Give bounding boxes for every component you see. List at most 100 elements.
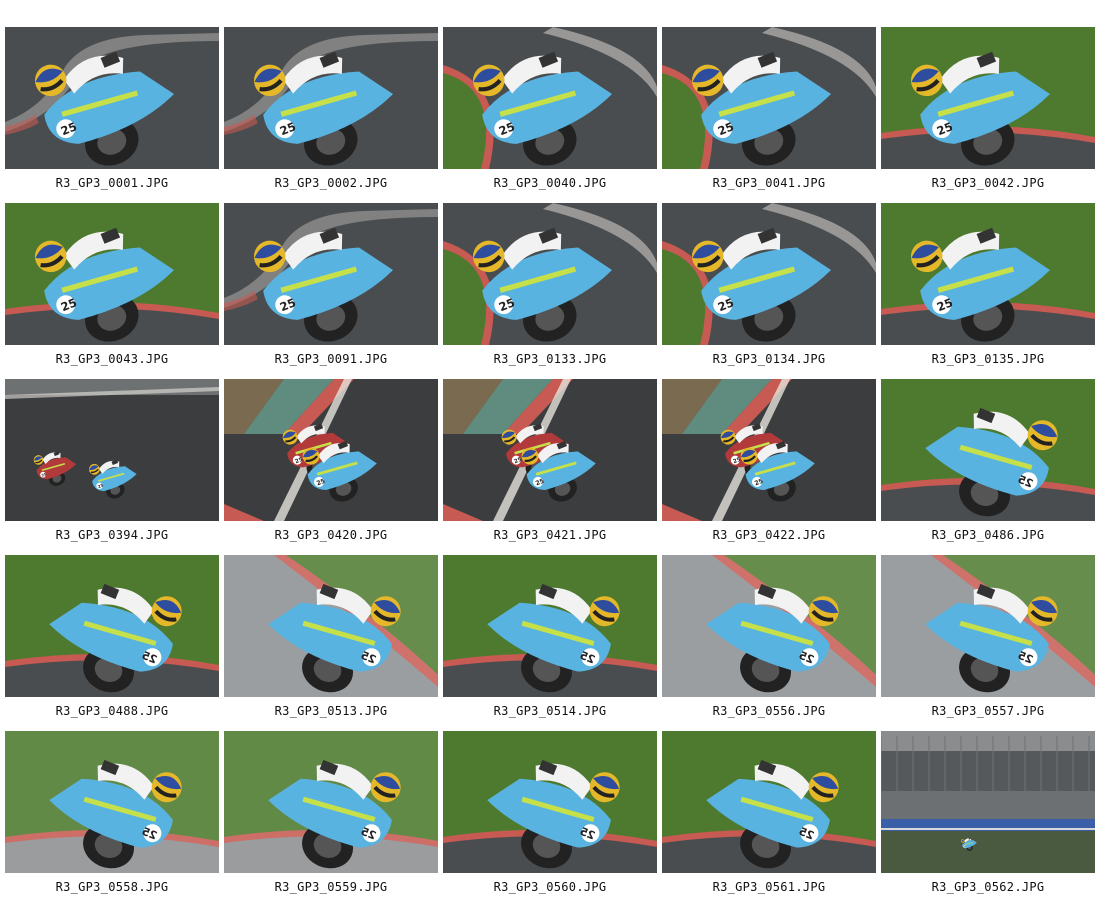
photo-thumbnail[interactable]: 25 [224,27,438,169]
photo-image: 25 [881,27,1095,169]
photo-thumbnail[interactable]: 25 [224,203,438,345]
thumbnail-item[interactable]: 25 R3_GP3_0513.JPG [224,555,438,731]
thumbnail-filename[interactable]: R3_GP3_0514.JPG [494,704,607,718]
photo-image: 25 [662,555,876,697]
thumbnail-item[interactable]: 25 R3_GP3_0135.JPG [881,203,1095,379]
thumbnail-filename[interactable]: R3_GP3_0486.JPG [932,528,1045,542]
photo-thumbnail[interactable]: 25 [881,379,1095,521]
photo-thumbnail[interactable]: 25 25 [662,379,876,521]
photo-background [5,379,219,521]
photo-thumbnail[interactable]: 25 [5,555,219,697]
thumbnail-filename[interactable]: R3_GP3_0135.JPG [932,352,1045,366]
thumbnail-filename[interactable]: R3_GP3_0488.JPG [56,704,169,718]
thumbnail-filename[interactable]: R3_GP3_0040.JPG [494,176,607,190]
photo-thumbnail[interactable]: 25 [443,731,657,873]
thumbnail-item[interactable]: 25 R3_GP3_0488.JPG [5,555,219,731]
thumbnail-filename[interactable]: R3_GP3_0091.JPG [275,352,388,366]
photo-thumbnail[interactable]: 25 [224,555,438,697]
photo-thumbnail[interactable]: 25 [662,555,876,697]
thumbnail-item[interactable]: 25 25 R3_GP3_0420.JPG [224,379,438,555]
thumbnail-filename[interactable]: R3_GP3_0557.JPG [932,704,1045,718]
photo-thumbnail[interactable]: 25 [443,27,657,169]
thumbnail-filename[interactable]: R3_GP3_0001.JPG [56,176,169,190]
thumbnail-filename[interactable]: R3_GP3_0558.JPG [56,880,169,894]
thumbnail-item[interactable]: 25 R3_GP3_0133.JPG [443,203,657,379]
photo-thumbnail[interactable]: 25 [662,27,876,169]
photo-thumbnail[interactable]: 25 [881,731,1095,873]
thumbnail-item[interactable]: 25 R3_GP3_0043.JPG [5,203,219,379]
photo-image: 2525 [662,379,876,521]
thumbnail-filename[interactable]: R3_GP3_0043.JPG [56,352,169,366]
photo-thumbnail[interactable]: 25 [662,203,876,345]
thumbnail-filename[interactable]: R3_GP3_0394.JPG [56,528,169,542]
photo-image: 25 [881,379,1095,521]
photo-image: 2525 [224,379,438,521]
photo-thumbnail[interactable]: 25 25 [224,379,438,521]
photo-thumbnail[interactable]: 25 [5,731,219,873]
thumbnail-filename[interactable]: R3_GP3_0559.JPG [275,880,388,894]
photo-thumbnail[interactable]: 25 25 [5,379,219,521]
photo-image: 25 [5,731,219,873]
thumbnail-item[interactable]: 25 25 R3_GP3_0421.JPG [443,379,657,555]
thumbnail-filename[interactable]: R3_GP3_0561.JPG [713,880,826,894]
thumbnail-item[interactable]: 25 R3_GP3_0559.JPG [224,731,438,907]
thumbnail-item[interactable]: 25 R3_GP3_0001.JPG [5,27,219,203]
photo-image: 25 [224,203,438,345]
photo-image: 25 [443,555,657,697]
thumbnail-item[interactable]: 25 25 R3_GP3_0394.JPG [5,379,219,555]
thumbnail-item[interactable]: 25 R3_GP3_0134.JPG [662,203,876,379]
thumbnail-item[interactable]: 25 R3_GP3_0486.JPG [881,379,1095,555]
photo-image: 25 [443,27,657,169]
photo-thumbnail[interactable]: 25 [224,731,438,873]
photo-thumbnail[interactable]: 25 [881,555,1095,697]
thumbnail-filename[interactable]: R3_GP3_0134.JPG [713,352,826,366]
thumbnail-filename[interactable]: R3_GP3_0421.JPG [494,528,607,542]
thumbnail-item[interactable]: 25 R3_GP3_0002.JPG [224,27,438,203]
photo-image: 25 [443,731,657,873]
thumbnail-item[interactable]: 25 R3_GP3_0040.JPG [443,27,657,203]
photo-image: 25 [224,731,438,873]
photo-image: 25 [224,555,438,697]
thumbnail-filename[interactable]: R3_GP3_0513.JPG [275,704,388,718]
photo-image: 25 [5,555,219,697]
thumbnail-item[interactable]: 25 R3_GP3_0041.JPG [662,27,876,203]
photo-image: 2525 [443,379,657,521]
thumbnail-filename[interactable]: R3_GP3_0133.JPG [494,352,607,366]
thumbnail-item[interactable]: 25 R3_GP3_0560.JPG [443,731,657,907]
photo-image: 25 [662,203,876,345]
thumbnail-item[interactable]: 25 R3_GP3_0558.JPG [5,731,219,907]
thumbnail-filename[interactable]: R3_GP3_0002.JPG [275,176,388,190]
thumbnail-row: 25 R3_GP3_0043.JPG 25 R3_GP3_0091.JPG 25 R3_G… [5,203,1097,379]
thumbnail-item[interactable]: 25 R3_GP3_0561.JPG [662,731,876,907]
photo-thumbnail[interactable]: 25 [881,203,1095,345]
photo-thumbnail[interactable]: 25 [881,27,1095,169]
photo-thumbnail[interactable]: 25 [443,555,657,697]
photo-thumbnail[interactable]: 25 [662,731,876,873]
thumbnail-filename[interactable]: R3_GP3_0041.JPG [713,176,826,190]
thumbnail-item[interactable]: 25 R3_GP3_0042.JPG [881,27,1095,203]
photo-image: 25 [881,203,1095,345]
thumbnail-row: 25 25 R3_GP3_0394.JPG 25 25 R3_GP3_0420.JPG 25… [5,379,1097,555]
photo-image: 25 [881,731,1095,873]
photo-thumbnail[interactable]: 25 [443,203,657,345]
thumbnail-item[interactable]: 25 R3_GP3_0514.JPG [443,555,657,731]
thumbnail-item[interactable]: 25 R3_GP3_0556.JPG [662,555,876,731]
thumbnail-filename[interactable]: R3_GP3_0422.JPG [713,528,826,542]
photo-thumbnail[interactable]: 25 [5,27,219,169]
thumbnail-filename[interactable]: R3_GP3_0420.JPG [275,528,388,542]
thumbnail-item[interactable]: 25 25 R3_GP3_0422.JPG [662,379,876,555]
photo-thumbnail[interactable]: 25 25 [443,379,657,521]
photo-image: 25 [443,203,657,345]
thumbnail-item[interactable]: 25 R3_GP3_0091.JPG [224,203,438,379]
photo-image: 25 [662,27,876,169]
photo-thumbnail[interactable]: 25 [5,203,219,345]
thumbnail-row: 25 R3_GP3_0488.JPG 25 R3_GP3_0513.JPG 25 R3_G… [5,555,1097,731]
thumbnail-filename[interactable]: R3_GP3_0560.JPG [494,880,607,894]
thumbnail-filename[interactable]: R3_GP3_0556.JPG [713,704,826,718]
photo-background [881,731,1095,873]
thumbnail-filename[interactable]: R3_GP3_0042.JPG [932,176,1045,190]
thumbnail-row: 25 R3_GP3_0558.JPG 25 R3_GP3_0559.JPG 25 R3_G… [5,731,1097,907]
thumbnail-filename[interactable]: R3_GP3_0562.JPG [932,880,1045,894]
thumbnail-item[interactable]: 25 R3_GP3_0562.JPG [881,731,1095,907]
thumbnail-item[interactable]: 25 R3_GP3_0557.JPG [881,555,1095,731]
